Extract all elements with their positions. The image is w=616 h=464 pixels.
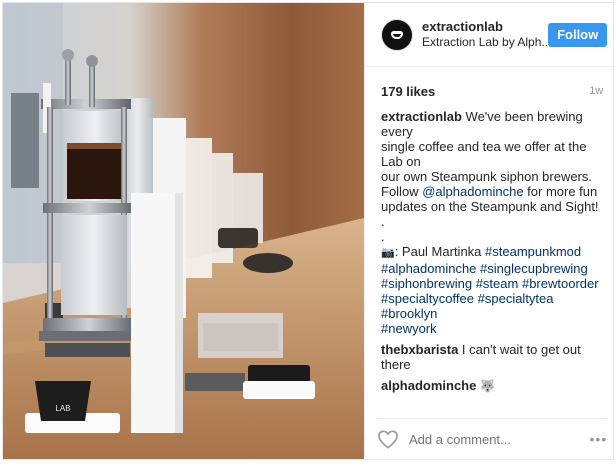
caption-line: our own Steampunk siphon brewers. — [381, 169, 593, 184]
profile-subtitle[interactable]: Extraction Lab by Alph.. — [422, 35, 548, 50]
heart-icon[interactable] — [377, 429, 399, 449]
post-photo[interactable]: LAB — [3, 3, 364, 459]
username[interactable]: extractionlab — [422, 19, 548, 35]
follow-button[interactable]: Follow — [548, 22, 608, 47]
post-meta: 179 likes 1w — [365, 67, 616, 99]
post-footer: ••• — [377, 418, 608, 459]
hashtag-link[interactable]: #singlecupbrewing — [480, 261, 588, 276]
camera-icon: 📷 — [381, 247, 395, 259]
hashtag-line: #alphadominche #singlecupbrewing — [381, 261, 603, 276]
hashtag-link[interactable]: #steam — [476, 276, 519, 291]
avatar[interactable] — [381, 18, 413, 51]
user-info: extractionlab Extraction Lab by Alph.. — [422, 19, 548, 50]
hashtag-link[interactable]: #steampunkmod — [485, 244, 581, 259]
follow-text: for more fun — [523, 184, 598, 199]
caption-username[interactable]: extractionlab — [381, 109, 462, 124]
hashtag-link[interactable]: #siphonbrewing — [381, 276, 472, 291]
caption-follow-line: Follow @alphadominche for more fun — [381, 184, 603, 199]
caption-dot: . — [381, 229, 385, 244]
caption-credit-line: 📷: Paul Martinka #steampunkmod — [381, 244, 603, 261]
caption-dot: . — [381, 214, 385, 229]
likes-count[interactable]: 179 likes — [381, 84, 435, 99]
hashtag-link[interactable]: #specialtytea — [478, 291, 554, 306]
cup-label: LAB — [55, 404, 70, 413]
caption-line: updates on the Steampunk and Sight! — [381, 199, 599, 214]
hashtag-line: #specialtycoffee #specialtytea #brooklyn — [381, 291, 603, 321]
post-details-panel: extractionlab Extraction Lab by Alph.. F… — [364, 3, 616, 459]
caption-line: single coffee and tea we offer at the La… — [381, 139, 587, 169]
hashtag-link[interactable]: #brooklyn — [381, 306, 437, 321]
caption: extractionlab We've been brewing every s… — [381, 109, 603, 336]
hashtag-line: #siphonbrewing #steam #brewtoorder — [381, 276, 603, 291]
more-options-icon[interactable]: ••• — [590, 431, 608, 447]
comment: thebxbarista I can't wait to get out the… — [381, 342, 603, 372]
ninja-emoji-icon: 🐺 — [479, 379, 495, 393]
comment-username[interactable]: thebxbarista — [381, 342, 458, 357]
photo-credit: : Paul Martinka — [394, 244, 486, 259]
post-header: extractionlab Extraction Lab by Alph.. F… — [365, 3, 616, 67]
comments-section: extractionlab We've been brewing every s… — [365, 99, 616, 418]
comment-username[interactable]: alphadominche — [381, 378, 476, 393]
instagram-post-card: LAB extractionlab Extraction Lab by Alph… — [2, 2, 616, 460]
mention-link[interactable]: @alphadominche — [422, 184, 523, 199]
hashtag-line: #newyork — [381, 321, 603, 336]
comment: alphadominche 🐺 — [381, 378, 603, 394]
hashtag-link[interactable]: #alphadominche — [381, 261, 476, 276]
follow-text: Follow — [381, 184, 423, 199]
hashtag-link[interactable]: #newyork — [381, 321, 437, 336]
cup-logo-icon — [391, 30, 403, 39]
steampunk-brewer-photo: LAB — [3, 3, 364, 459]
post-time: 1w — [589, 85, 604, 97]
hashtag-link[interactable]: #specialtycoffee — [381, 291, 474, 306]
hashtag-link[interactable]: #brewtoorder — [522, 276, 599, 291]
add-comment-input[interactable] — [407, 430, 590, 448]
